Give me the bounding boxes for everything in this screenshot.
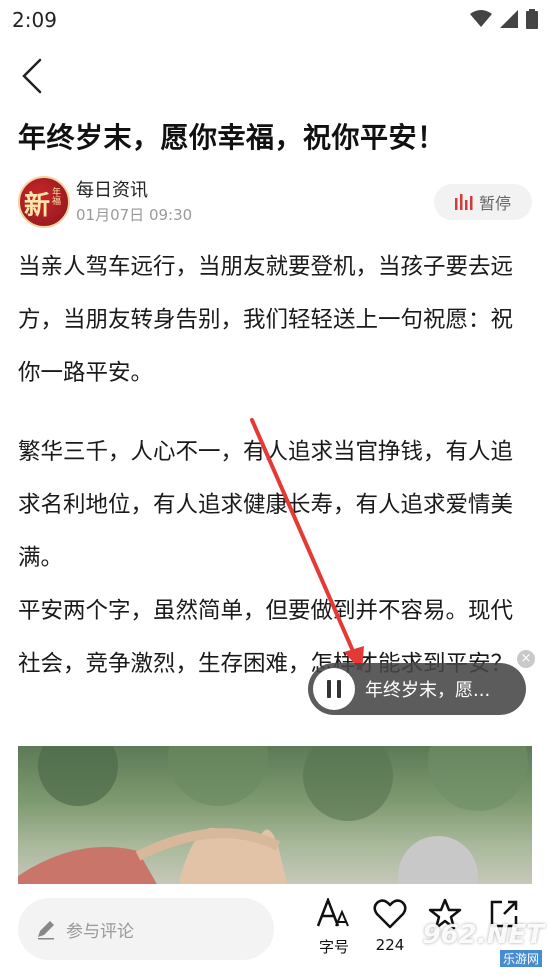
player-title: 年终岁末，愿...: [365, 680, 491, 701]
comment-placeholder: 参与评论: [66, 921, 134, 942]
font-size-label: 字号: [318, 938, 349, 956]
avatar[interactable]: 新年福: [18, 176, 70, 228]
status-time: 2:09: [12, 8, 57, 32]
pause-reading-button[interactable]: 暂停: [434, 184, 532, 220]
like-button[interactable]: 224: [368, 898, 412, 954]
author-name[interactable]: 每日资讯: [76, 176, 148, 202]
wifi-icon: [470, 10, 492, 27]
article-photo: [18, 746, 532, 886]
article-title: 年终岁末，愿你幸福，祝你平安！: [18, 121, 446, 154]
pencil-icon: [38, 921, 54, 940]
player-pause-button[interactable]: [313, 668, 355, 710]
heart-icon: [373, 899, 407, 929]
signal-icon: [500, 10, 518, 28]
font-size-icon: [316, 896, 349, 927]
floating-audio-player[interactable]: 年终岁末，愿...: [308, 663, 526, 715]
paragraph-1: 当亲人驾车远行，当朋友就要登机，当孩子要去远方，当朋友转身告别，我们轻轻送上一句…: [18, 254, 514, 386]
like-count: 224: [375, 936, 405, 954]
bottom-action-bar: 参与评论 字号 224 962.NET 乐游网: [0, 884, 550, 977]
pause-label: 暂停: [478, 194, 511, 213]
paragraph-2: 繁华三千，人心不一，有人追求当官挣钱，有人追求名利地位，有人追求健康长寿，有人追…: [18, 439, 514, 571]
close-icon: ×: [520, 651, 532, 666]
font-size-button[interactable]: 字号: [312, 896, 356, 957]
watermark-logo: 962.NET: [422, 920, 544, 950]
back-button[interactable]: [18, 56, 50, 96]
watermark-sub: 乐游网: [499, 950, 542, 967]
comment-input[interactable]: 参与评论: [18, 898, 274, 960]
publish-date: 01月07日 09:30: [76, 206, 193, 224]
author-row: 新年福 每日资讯 01月07日 09:30 暂停: [18, 176, 532, 228]
status-bar: 2:09: [0, 0, 550, 38]
status-icons: [470, 9, 538, 29]
battery-icon: [526, 9, 538, 29]
audio-bars-icon: [454, 194, 473, 210]
pause-icon: [327, 680, 331, 698]
chevron-left-icon: [22, 58, 42, 94]
player-close-button[interactable]: ×: [517, 650, 535, 668]
